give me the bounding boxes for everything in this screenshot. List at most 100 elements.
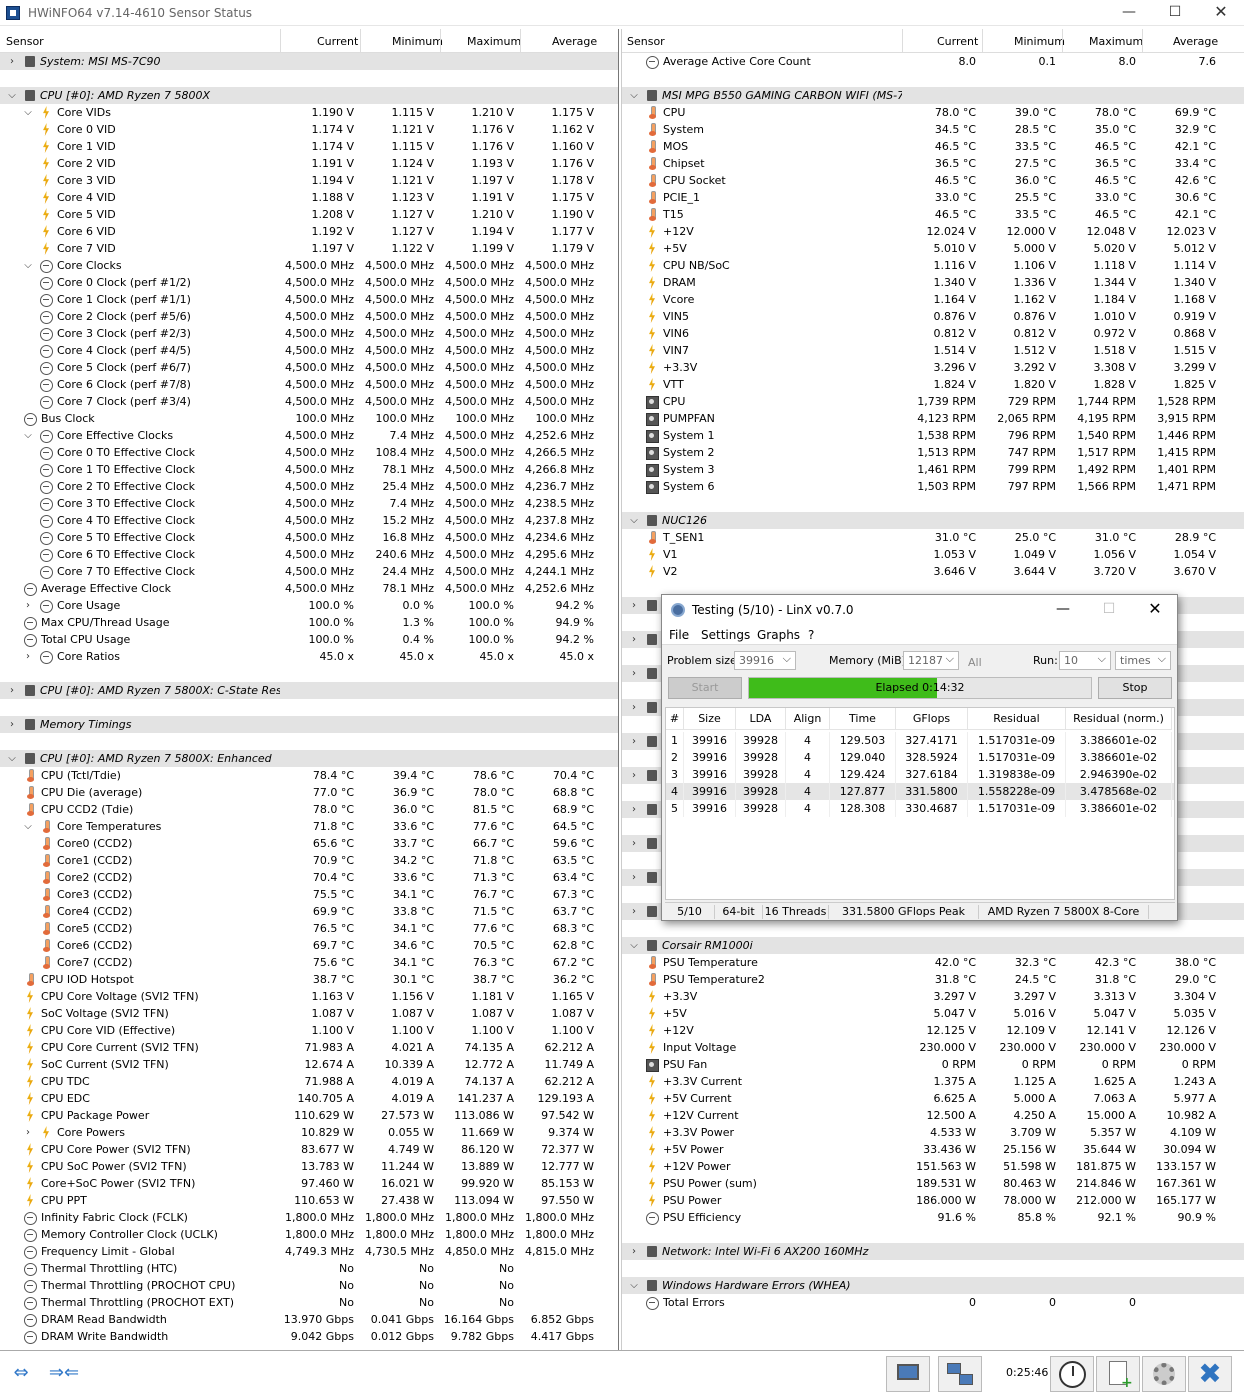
collapse-arrows-icon[interactable]: ⇒⇐ bbox=[44, 1356, 84, 1392]
chevron-down-icon[interactable]: ⌵ bbox=[628, 87, 640, 104]
sensor-row[interactable]: Thermal Throttling (HTC) No No No bbox=[0, 1260, 618, 1277]
sensor-row[interactable]: SoC Current (SVI2 TFN) 12.674 A 10.339 A 12… bbox=[0, 1056, 618, 1073]
left-sensor-pane[interactable]: Sensor Current Minimum Maximum Average ›… bbox=[0, 29, 618, 1350]
sensor-row[interactable]: PSU Temperature2 31.8 °C 24.5 °C 31.8 °C 29.… bbox=[622, 971, 1244, 988]
sensor-row[interactable]: SoC Voltage (SVI2 TFN) 1.087 V 1.087 V 1.08… bbox=[0, 1005, 618, 1022]
sensor-row[interactable]: System 3 1,461 RPM 799 RPM 1,492 RPM 1,401 R… bbox=[622, 461, 1244, 478]
linx-maximize-button[interactable]: ☐ bbox=[1086, 595, 1132, 625]
sensor-row[interactable]: Input Voltage 230.000 V 230.000 V 230.000 V… bbox=[622, 1039, 1244, 1056]
sensor-row[interactable]: CPU Core Power (SVI2 TFN) 83.677 W 4.749 W… bbox=[0, 1141, 618, 1158]
sensor-row[interactable]: Core 2 T0 Effective Clock 4,500.0 MHz 25.4… bbox=[0, 478, 618, 495]
sensor-row[interactable]: Vcore 1.164 V 1.162 V 1.184 V 1.168 V bbox=[622, 291, 1244, 308]
chevron-down-icon[interactable]: ⌵ bbox=[628, 1277, 640, 1294]
sensor-row[interactable]: PSU Power 186.000 W 78.000 W 212.000 W 165.1… bbox=[622, 1192, 1244, 1209]
col-maximum[interactable]: Maximum bbox=[1089, 35, 1143, 48]
sensor-row[interactable]: CPU Die (average) 77.0 °C 36.9 °C 78.0 °C 68… bbox=[0, 784, 618, 801]
stop-button[interactable]: Stop bbox=[1098, 677, 1172, 699]
all-checkbox[interactable]: All bbox=[968, 656, 982, 669]
sensor-row[interactable]: +5V Power 33.436 W 25.156 W 35.644 W 30.094 … bbox=[622, 1141, 1244, 1158]
sensor-row[interactable]: +5V 5.010 V 5.000 V 5.020 V 5.012 V bbox=[622, 240, 1244, 257]
sensor-row[interactable]: CPU (Tctl/Tdie) 78.4 °C 39.4 °C 78.6 °C 70.4… bbox=[0, 767, 618, 784]
sensor-row[interactable]: VIN6 0.812 V 0.812 V 0.972 V 0.868 V bbox=[622, 325, 1244, 342]
sensor-row[interactable]: Max CPU/Thread Usage 100.0 % 1.3 % 100.0 % 9… bbox=[0, 614, 618, 631]
times-combo[interactable]: times bbox=[1115, 651, 1171, 670]
sensor-row[interactable]: Core1 (CCD2) 70.9 °C 34.2 °C 71.8 °C 63.5 °C bbox=[0, 852, 618, 869]
sensor-row[interactable]: Bus Clock 100.0 MHz 100.0 MHz 100.0 MHz 100.… bbox=[0, 410, 618, 427]
sensor-row[interactable]: DRAM Read Bandwidth 13.970 Gbps 0.041 Gbps… bbox=[0, 1311, 618, 1328]
sensor-row[interactable]: Core 1 Clock (perf #1/1) 4,500.0 MHz 4,500… bbox=[0, 291, 618, 308]
sensor-row[interactable]: Core 6 T0 Effective Clock 4,500.0 MHz 240.… bbox=[0, 546, 618, 563]
sensor-row[interactable]: CPU EDC 140.705 A 4.019 A 141.237 A 129.193 … bbox=[0, 1090, 618, 1107]
sensor-row[interactable]: PSU Power (sum) 189.531 W 80.463 W 214.846 … bbox=[622, 1175, 1244, 1192]
sensor-row[interactable]: Core 2 Clock (perf #5/6) 4,500.0 MHz 4,500… bbox=[0, 308, 618, 325]
sensor-row[interactable]: T15 46.5 °C 33.5 °C 46.5 °C 42.1 °C bbox=[622, 206, 1244, 223]
col-sensor[interactable]: Sensor bbox=[6, 35, 44, 48]
results-column-header[interactable]: Residual (norm.) bbox=[1066, 708, 1172, 730]
chevron-right-icon[interactable]: › bbox=[6, 716, 18, 733]
sensor-row[interactable]: Core 5 VID 1.208 V 1.127 V 1.210 V 1.190 V bbox=[0, 206, 618, 223]
add-report-icon[interactable]: + bbox=[1096, 1356, 1140, 1392]
chevron-down-icon[interactable]: ⌵ bbox=[628, 937, 640, 954]
sensor-row[interactable]: +3.3V Power 4.533 W 3.709 W 5.357 W 4.109 W bbox=[622, 1124, 1244, 1141]
sensor-row[interactable]: PSU Fan 0 RPM 0 RPM 0 RPM 0 RPM bbox=[622, 1056, 1244, 1073]
monitor-icon[interactable] bbox=[886, 1356, 930, 1392]
chevron-right-icon[interactable]: › bbox=[22, 597, 34, 614]
sensor-row[interactable]: CPU CCD2 (Tdie) 78.0 °C 36.0 °C 81.5 °C 68.9… bbox=[0, 801, 618, 818]
sensor-row[interactable]: +3.3V Current 1.375 A 1.125 A 1.625 A 1.243 … bbox=[622, 1073, 1244, 1090]
sensor-row[interactable]: T_SEN1 31.0 °C 25.0 °C 31.0 °C 28.9 °C bbox=[622, 529, 1244, 546]
sensor-row[interactable]: Core5 (CCD2) 76.5 °C 34.1 °C 77.6 °C 68.3 °C bbox=[0, 920, 618, 937]
sensor-row[interactable]: PUMPFAN 4,123 RPM 2,065 RPM 4,195 RPM 3,915 … bbox=[622, 410, 1244, 427]
sensor-row[interactable]: System 6 1,503 RPM 797 RPM 1,566 RPM 1,471 R… bbox=[622, 478, 1244, 495]
sensor-row[interactable]: Core7 (CCD2) 75.6 °C 34.1 °C 76.3 °C 67.2 °C bbox=[0, 954, 618, 971]
sensor-row[interactable]: VTT 1.824 V 1.820 V 1.828 V 1.825 V bbox=[622, 376, 1244, 393]
sensor-row[interactable]: ⌵ Core Temperatures 71.8 °C 33.6 °C 77.6 °C 6… bbox=[0, 818, 618, 835]
sensor-row[interactable]: V2 3.646 V 3.644 V 3.720 V 3.670 V bbox=[622, 563, 1244, 580]
sensor-row[interactable]: MOS 46.5 °C 33.5 °C 46.5 °C 42.1 °C bbox=[622, 138, 1244, 155]
sensor-row[interactable]: +3.3V 3.296 V 3.292 V 3.308 V 3.299 V bbox=[622, 359, 1244, 376]
chevron-right-icon[interactable]: › bbox=[628, 733, 640, 750]
col-current[interactable]: Current bbox=[937, 35, 978, 48]
sensor-row[interactable]: +12V 12.125 V 12.109 V 12.141 V 12.126 V bbox=[622, 1022, 1244, 1039]
sensor-row[interactable]: Chipset 36.5 °C 27.5 °C 36.5 °C 33.4 °C bbox=[622, 155, 1244, 172]
menu-help[interactable]: ? bbox=[808, 628, 814, 642]
chevron-right-icon[interactable]: › bbox=[628, 835, 640, 852]
chevron-right-icon[interactable]: › bbox=[628, 767, 640, 784]
sensor-row[interactable]: +12V 12.024 V 12.000 V 12.048 V 12.023 V bbox=[622, 223, 1244, 240]
chevron-right-icon[interactable]: › bbox=[628, 903, 640, 920]
sensor-row[interactable]: Total Errors 0 0 0 bbox=[622, 1294, 1244, 1311]
menu-graphs[interactable]: Graphs bbox=[757, 628, 800, 642]
menu-file[interactable]: File bbox=[669, 628, 689, 642]
sensor-row[interactable]: ⌵ Core Clocks 4,500.0 MHz 4,500.0 MHz 4,500.… bbox=[0, 257, 618, 274]
sensor-row[interactable]: Core 7 T0 Effective Clock 4,500.0 MHz 24.4… bbox=[0, 563, 618, 580]
sensor-row[interactable]: Core0 (CCD2) 65.6 °C 33.7 °C 66.7 °C 59.6 °C bbox=[0, 835, 618, 852]
minimize-button[interactable]: — bbox=[1106, 0, 1152, 26]
chevron-right-icon[interactable]: › bbox=[628, 699, 640, 716]
sensor-row[interactable]: CPU TDC 71.988 A 4.019 A 74.137 A 62.212 A bbox=[0, 1073, 618, 1090]
sensor-group-header[interactable]: ⌵ NUC126 bbox=[622, 512, 1244, 529]
results-column-header[interactable]: Size bbox=[684, 708, 736, 730]
sensor-row[interactable]: Total CPU Usage 100.0 % 0.4 % 100.0 % 94.2 % bbox=[0, 631, 618, 648]
sensor-row[interactable]: CPU Socket 46.5 °C 36.0 °C 46.5 °C 42.6 °C bbox=[622, 172, 1244, 189]
sensor-row[interactable]: Frequency Limit - Global 4,749.3 MHz 4,730… bbox=[0, 1243, 618, 1260]
sensor-row[interactable]: CPU 78.0 °C 39.0 °C 78.0 °C 69.9 °C bbox=[622, 104, 1244, 121]
problem-size-combo[interactable]: 39916 bbox=[734, 651, 796, 670]
run-combo[interactable]: 10 bbox=[1059, 651, 1111, 670]
sensor-row[interactable]: › Core Powers 10.829 W 0.055 W 11.669 W 9.374… bbox=[0, 1124, 618, 1141]
sensor-row[interactable]: Core 5 Clock (perf #6/7) 4,500.0 MHz 4,500… bbox=[0, 359, 618, 376]
sensor-row[interactable]: Thermal Throttling (PROCHOT EXT) No No No bbox=[0, 1294, 618, 1311]
sensor-row[interactable]: CPU IOD Hotspot 38.7 °C 30.1 °C 38.7 °C 36.2… bbox=[0, 971, 618, 988]
sensor-row[interactable]: Core 6 Clock (perf #7/8) 4,500.0 MHz 4,500… bbox=[0, 376, 618, 393]
sensor-row[interactable]: Core 1 T0 Effective Clock 4,500.0 MHz 78.1… bbox=[0, 461, 618, 478]
linx-minimize-button[interactable]: — bbox=[1040, 595, 1086, 625]
sensor-row[interactable]: Core 4 T0 Effective Clock 4,500.0 MHz 15.2… bbox=[0, 512, 618, 529]
sensor-row[interactable]: DRAM Write Bandwidth 9.042 Gbps 0.012 Gbps… bbox=[0, 1328, 618, 1345]
results-column-header[interactable]: Time bbox=[830, 708, 896, 730]
chevron-right-icon[interactable]: › bbox=[628, 1243, 640, 1260]
sensor-row[interactable]: ⌵ Core VIDs 1.190 V 1.115 V 1.210 V 1.175 V bbox=[0, 104, 618, 121]
results-column-header[interactable]: Align bbox=[786, 708, 830, 730]
sensor-row[interactable]: Core 7 VID 1.197 V 1.122 V 1.199 V 1.179 V bbox=[0, 240, 618, 257]
sensor-group-header[interactable]: › Network: Intel Wi-Fi 6 AX200 160MHz bbox=[622, 1243, 1244, 1260]
chevron-down-icon[interactable]: ⌵ bbox=[22, 427, 34, 444]
results-column-header[interactable]: GFlops bbox=[896, 708, 968, 730]
sensor-row[interactable]: › Core Usage 100.0 % 0.0 % 100.0 % 94.2 % bbox=[0, 597, 618, 614]
